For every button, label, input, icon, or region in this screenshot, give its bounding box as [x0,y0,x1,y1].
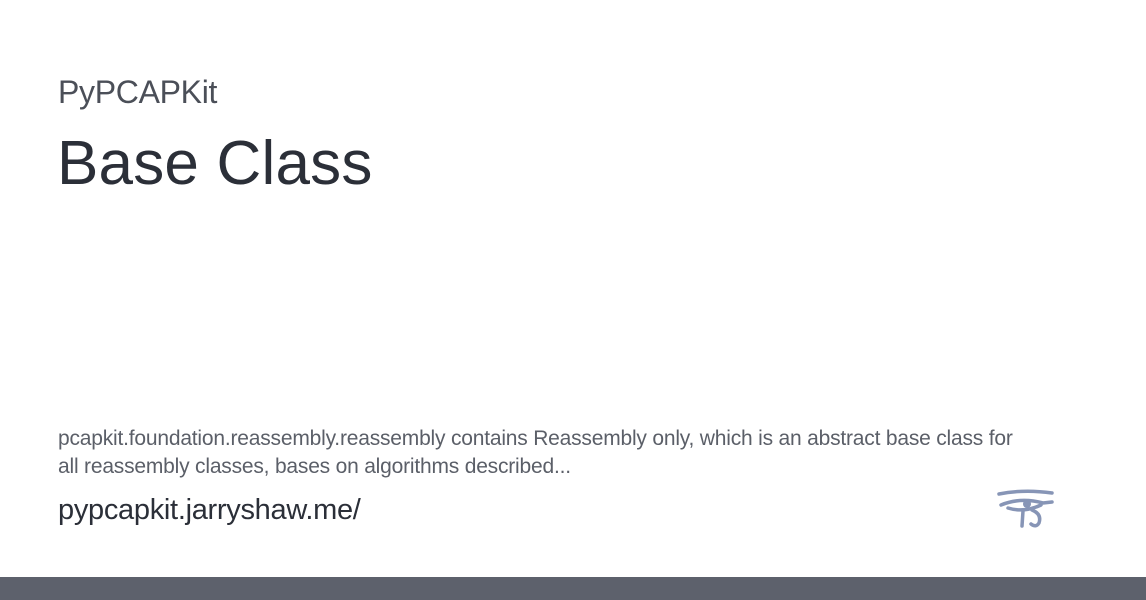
bottom-bar [0,577,1146,600]
site-url[interactable]: pypcapkit.jarryshaw.me/ [58,491,361,529]
page-description: pcapkit.foundation.reassembly.reassembly… [58,427,1013,478]
page-title: Base Class [57,129,373,198]
site-name: PyPCAPKit [58,74,218,110]
eye-of-horus-icon [996,486,1056,534]
